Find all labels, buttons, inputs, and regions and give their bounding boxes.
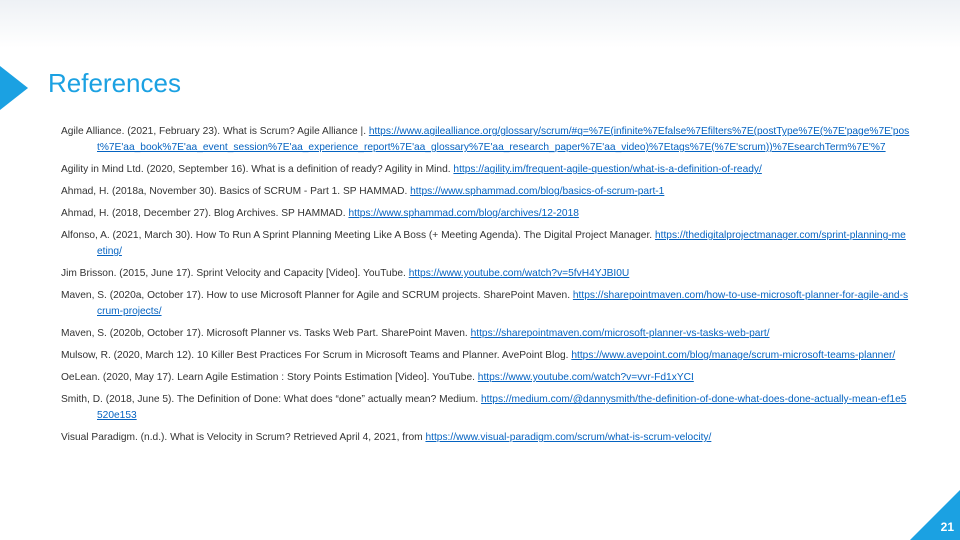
reference-text: Maven, S. (2020a, October 17). How to us… [61,290,573,301]
reference-item: Ahmad, H. (2018, December 27). Blog Arch… [61,206,911,222]
reference-link[interactable]: https://www.youtube.com/watch?v=vvr-Fd1x… [478,372,694,383]
reference-text: OeLean. (2020, May 17). Learn Agile Esti… [61,372,478,383]
reference-link[interactable]: https://www.visual-paradigm.com/scrum/wh… [425,432,711,443]
reference-link[interactable]: https://sharepointmaven.com/microsoft-pl… [471,328,770,339]
reference-text: Agility in Mind Ltd. (2020, September 16… [61,164,454,175]
reference-text: Smith, D. (2018, June 5). The Definition… [61,394,481,405]
reference-link[interactable]: https://www.youtube.com/watch?v=5fvH4YJB… [409,268,630,279]
reference-item: Agility in Mind Ltd. (2020, September 16… [61,162,911,178]
reference-item: Jim Brisson. (2015, June 17). Sprint Vel… [61,266,911,282]
reference-item: Alfonso, A. (2021, March 30). How To Run… [61,228,911,260]
reference-text: Visual Paradigm. (n.d.). What is Velocit… [61,432,426,443]
reference-item: Agile Alliance. (2021, February 23). Wha… [61,124,911,156]
top-gradient-bar [0,0,960,48]
reference-item: OeLean. (2020, May 17). Learn Agile Esti… [61,370,911,386]
reference-link[interactable]: https://www.sphammad.com/blog/basics-of-… [410,186,664,197]
reference-text: Ahmad, H. (2018, December 27). Blog Arch… [61,208,349,219]
reference-list: Agile Alliance. (2021, February 23). Wha… [61,124,911,452]
reference-text: Ahmad, H. (2018a, November 30). Basics o… [61,186,411,197]
reference-item: Ahmad, H. (2018a, November 30). Basics o… [61,184,911,200]
slide-title: References [48,68,181,98]
reference-text: Agile Alliance. (2021, February 23). Wha… [61,126,369,137]
reference-link[interactable]: https://agility.im/frequent-agile-questi… [453,164,761,175]
reference-link[interactable]: https://www.sphammad.com/blog/archives/1… [348,208,578,219]
reference-text: Jim Brisson. (2015, June 17). Sprint Vel… [61,268,409,279]
reference-text: Alfonso, A. (2021, March 30). How To Run… [61,230,655,241]
reference-item: Maven, S. (2020a, October 17). How to us… [61,288,911,320]
page-number: 21 [940,520,954,534]
reference-item: Smith, D. (2018, June 5). The Definition… [61,392,911,424]
reference-item: Visual Paradigm. (n.d.). What is Velocit… [61,430,911,446]
reference-item: Mulsow, R. (2020, March 12). 10 Killer B… [61,348,911,364]
reference-text: Mulsow, R. (2020, March 12). 10 Killer B… [61,350,572,361]
reference-link[interactable]: https://www.avepoint.com/blog/manage/scr… [571,350,895,361]
reference-text: Maven, S. (2020b, October 17). Microsoft… [61,328,471,339]
accent-triangle-icon [0,66,28,110]
reference-item: Maven, S. (2020b, October 17). Microsoft… [61,326,911,342]
